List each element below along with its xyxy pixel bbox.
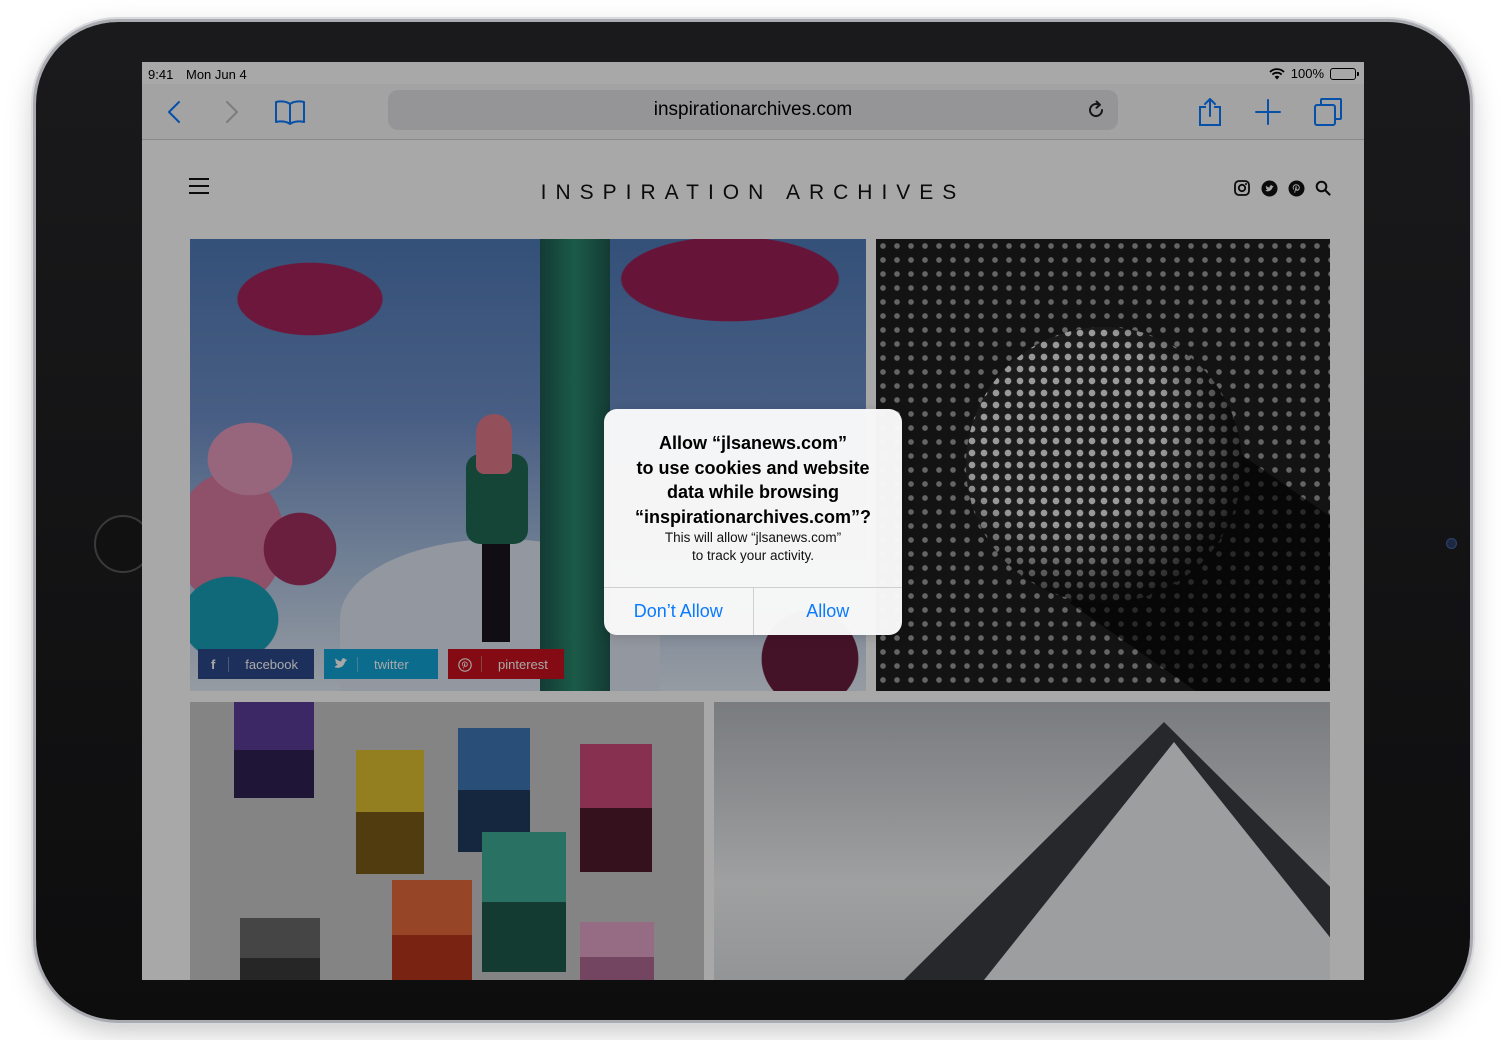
alert-title-line: data while browsing <box>666 482 840 502</box>
cookie-permission-alert: Allow “jlsanews.com” to use cookies and … <box>604 409 902 635</box>
alert-title-line: Allow “jlsanews.com” <box>658 433 848 453</box>
alert-message: This will allow “jlsanews.com” to track … <box>620 529 886 565</box>
front-camera <box>1446 538 1457 549</box>
alert-actions: Don’t Allow Allow <box>604 587 902 635</box>
alert-title: Allow “jlsanews.com” to use cookies and … <box>620 431 886 529</box>
alert-message-line: to track your activity. <box>691 548 815 563</box>
allow-button[interactable]: Allow <box>752 588 903 635</box>
alert-title-line: “inspirationarchives.com”? <box>634 506 872 527</box>
screen: 9:41 Mon Jun 4 100% inspirationarchives.… <box>142 62 1364 980</box>
alert-message-line: This will allow “jlsanews.com” <box>664 530 842 545</box>
alert-title-line: to use cookies and website <box>636 457 870 478</box>
dont-allow-button[interactable]: Don’t Allow <box>604 588 753 635</box>
